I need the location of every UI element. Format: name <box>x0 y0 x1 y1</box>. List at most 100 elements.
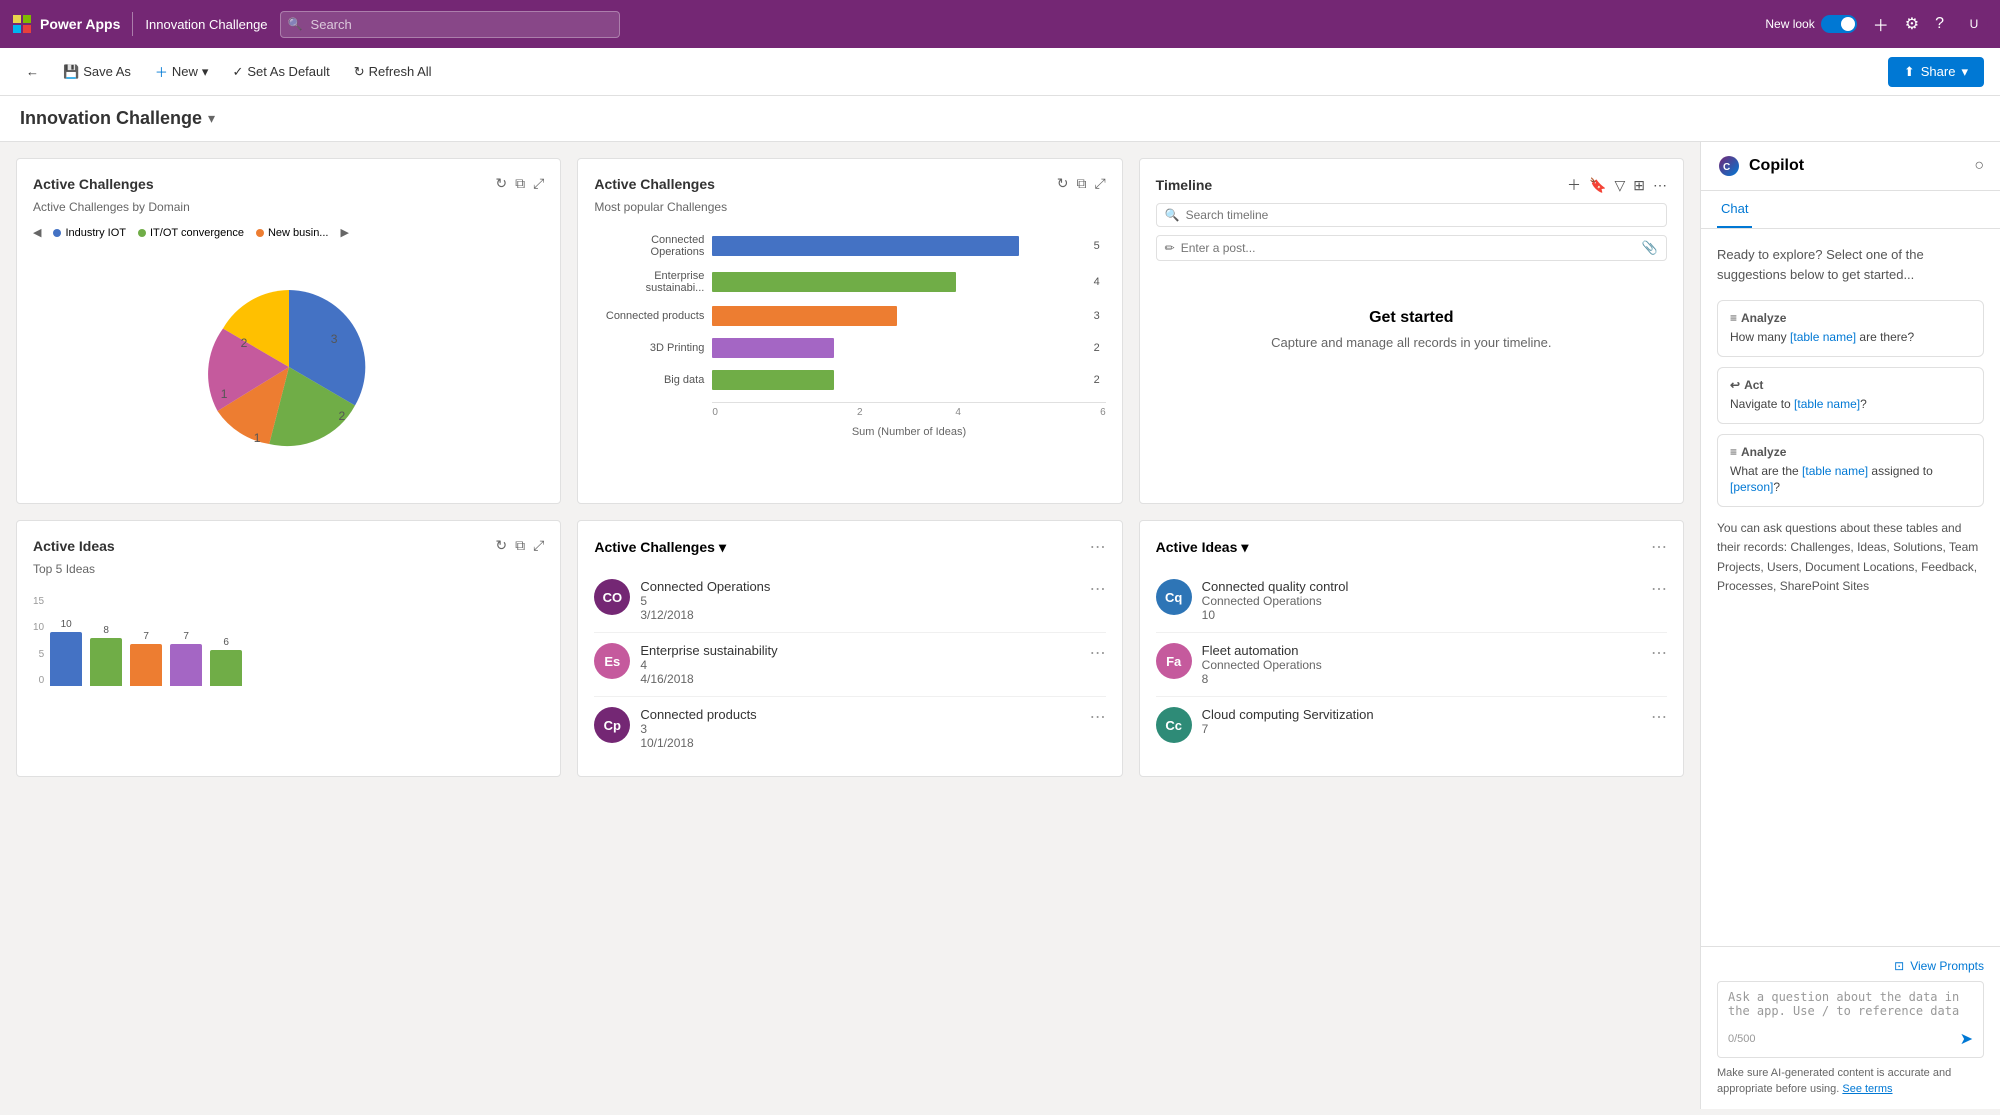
bar-expand-icon[interactable]: ⤢ <box>1094 175 1105 192</box>
check-icon: ✓ <box>232 64 243 80</box>
idea-item-0: Cq Connected quality control Connected O… <box>1156 569 1667 633</box>
search-input[interactable] <box>280 11 620 38</box>
see-terms-link[interactable]: See terms <box>1842 1083 1892 1095</box>
new-look-toggle: New look <box>1765 15 1856 33</box>
suggestion-link-0[interactable]: [table name] <box>1790 330 1856 344</box>
topbar-appname: Innovation Challenge <box>145 17 267 32</box>
challenge-content-2: Connected products 3 10/1/2018 <box>640 707 1079 750</box>
copilot-close-icon[interactable]: ○ <box>1974 157 1984 175</box>
challenge-initials-0: CO <box>603 590 623 605</box>
pie-expand-icon[interactable]: ⤢ <box>533 175 544 192</box>
copilot-body: Ready to explore? Select one of the sugg… <box>1701 229 2000 946</box>
pie-legend-prev[interactable]: ◀ <box>33 226 41 239</box>
challenge-more-2[interactable]: ⋯ <box>1090 707 1106 727</box>
share-button[interactable]: ⬆ Share ▾ <box>1888 57 1984 87</box>
challenge-more-0[interactable]: ⋯ <box>1090 579 1106 599</box>
dashboard: Active Challenges ↻ ⧉ ⤢ Active Challenge… <box>0 142 1700 1109</box>
timeline-post-input[interactable] <box>1181 241 1636 255</box>
suggestion-1[interactable]: ↩ Act Navigate to [table name]? <box>1717 367 1984 424</box>
save-as-button[interactable]: 💾 Save As <box>53 58 141 86</box>
send-button[interactable]: ➤ <box>1960 1029 1973 1049</box>
legend-dot-iot <box>53 229 61 237</box>
timeline-empty-title: Get started <box>1369 309 1453 327</box>
bar-value-1: 4 <box>1094 276 1106 288</box>
challenge-content-0: Connected Operations 5 3/12/2018 <box>640 579 1079 622</box>
pie-refresh-icon[interactable]: ↻ <box>495 175 507 192</box>
timeline-add-icon[interactable]: ＋ <box>1567 175 1581 195</box>
idea-name-2: Cloud computing Servitization <box>1202 707 1641 722</box>
timeline-grid-icon[interactable]: ⊞ <box>1633 177 1645 194</box>
timeline-search-input[interactable] <box>1186 208 1658 222</box>
view-prompts-button[interactable]: ⊡ View Prompts <box>1717 959 1984 973</box>
challenges-list-chevron-icon[interactable]: ▾ <box>719 539 726 556</box>
active-challenges-pie-card: Active Challenges ↻ ⧉ ⤢ Active Challenge… <box>16 158 561 504</box>
bar-value-4: 2 <box>1094 374 1106 386</box>
idea-item-2: Cc Cloud computing Servitization 7 ⋯ <box>1156 697 1667 753</box>
help-icon[interactable]: ? <box>1935 15 1944 33</box>
idea-more-2[interactable]: ⋯ <box>1651 707 1667 727</box>
active-ideas-title: Active Ideas <box>33 538 115 554</box>
ideas-list-chevron-icon[interactable]: ▾ <box>1241 539 1248 556</box>
idea-more-1[interactable]: ⋯ <box>1651 643 1667 663</box>
svg-text:1: 1 <box>220 387 227 401</box>
settings-icon[interactable]: ⚙ <box>1905 14 1919 34</box>
legend-item-newbiz: New busin... <box>256 227 329 239</box>
copilot-title: C Copilot <box>1717 154 1804 178</box>
idea-more-0[interactable]: ⋯ <box>1651 579 1667 599</box>
add-icon[interactable]: ＋ <box>1873 12 1889 36</box>
suggestion-link-2b[interactable]: [person] <box>1730 480 1773 494</box>
active-ideas-bar-card: Active Ideas ↻ ⧉ ⤢ Top 5 Ideas 15 10 5 0… <box>16 520 561 777</box>
user-avatar[interactable]: U <box>1960 10 1988 38</box>
bar-row-0: Connected Operations 5 <box>594 234 1105 258</box>
suggestion-link-2a[interactable]: [table name] <box>1802 464 1868 478</box>
idea-content-1: Fleet automation Connected Operations 8 <box>1202 643 1641 686</box>
suggestion-link-1[interactable]: [table name] <box>1794 397 1860 411</box>
idea-count-0: 10 <box>1202 608 1641 622</box>
challenge-more-1[interactable]: ⋯ <box>1090 643 1106 663</box>
copilot-chat-input[interactable] <box>1728 990 1973 1026</box>
suggestion-0[interactable]: ≡ Analyze How many [table name] are ther… <box>1717 300 1984 357</box>
ideas-list-title-text: Active Ideas <box>1156 539 1238 555</box>
edit-icon: ✏ <box>1165 241 1175 255</box>
suggestion-2[interactable]: ≡ Analyze What are the [table name] assi… <box>1717 434 1984 508</box>
ideas-expand-icon[interactable]: ⤢ <box>533 537 544 554</box>
tab-chat[interactable]: Chat <box>1717 191 1752 228</box>
challenge-count-1: 4 <box>640 658 1079 672</box>
legend-label-iot: Industry IOT <box>65 227 126 239</box>
suggestion-text-2: What are the [table name] assigned to [p… <box>1730 463 1971 497</box>
challenge-date-0: 3/12/2018 <box>640 608 1079 622</box>
page-title-chevron-icon[interactable]: ▾ <box>208 110 215 127</box>
set-default-button[interactable]: ✓ Set As Default <box>222 58 339 86</box>
timeline-bookmark-icon[interactable]: 🔖 <box>1589 177 1606 194</box>
active-ideas-icons: ↻ ⧉ ⤢ <box>495 537 544 554</box>
timeline-filter-icon[interactable]: ▽ <box>1614 177 1625 194</box>
copilot-input-meta: 0/500 ➤ <box>1728 1029 1973 1049</box>
bar-track-2 <box>712 306 1081 326</box>
legend-dot-itot <box>138 229 146 237</box>
bar-track-4 <box>712 370 1081 390</box>
bar-chart: Connected Operations 5 Enterprise sustai… <box>594 226 1105 446</box>
active-challenges-bar-card: Active Challenges ↻ ⧉ ⤢ Most popular Cha… <box>577 158 1122 504</box>
ideas-refresh-icon[interactable]: ↻ <box>495 537 507 554</box>
new-look-switch[interactable] <box>1821 15 1857 33</box>
attachment-icon[interactable]: 📎 <box>1642 240 1658 256</box>
ideas-copy-icon[interactable]: ⧉ <box>515 537 525 554</box>
set-default-label: Set As Default <box>247 64 329 79</box>
timeline-more-icon[interactable]: ⋯ <box>1653 177 1667 194</box>
bar-refresh-icon[interactable]: ↻ <box>1057 175 1069 192</box>
share-icon: ⬆ <box>1904 64 1915 80</box>
back-button[interactable]: ← <box>16 58 49 85</box>
topbar-right: New look ＋ ⚙ ? U <box>1765 10 1988 38</box>
new-button[interactable]: ＋ New ▾ <box>145 56 219 87</box>
refresh-button[interactable]: ↻ Refresh All <box>344 58 442 86</box>
bar-copy-icon[interactable]: ⧉ <box>1076 175 1086 192</box>
analyze-icon-1: ≡ <box>1730 445 1737 459</box>
pie-legend-next[interactable]: ▶ <box>340 226 348 239</box>
idea-content-0: Connected quality control Connected Oper… <box>1202 579 1641 622</box>
share-chevron-icon: ▾ <box>1961 64 1968 80</box>
suggestion-type-text-2: Analyze <box>1741 445 1786 459</box>
challenges-list-more-icon[interactable]: ⋯ <box>1090 537 1106 557</box>
active-ideas-header: Active Ideas ↻ ⧉ ⤢ <box>33 537 544 554</box>
pie-copy-icon[interactable]: ⧉ <box>515 175 525 192</box>
ideas-list-more-icon[interactable]: ⋯ <box>1651 537 1667 557</box>
